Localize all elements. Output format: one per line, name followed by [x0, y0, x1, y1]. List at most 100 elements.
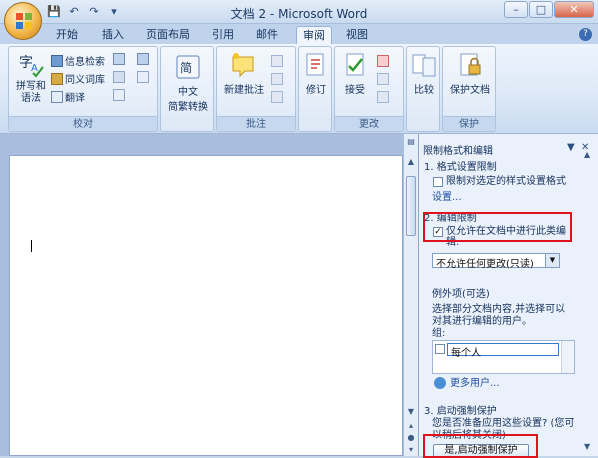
word-count-icon	[137, 53, 149, 65]
groups-listbox-scrollbar[interactable]	[561, 341, 574, 373]
editing-type-value: 不允许任何更改(只读)	[436, 259, 534, 270]
svg-text:A: A	[31, 63, 38, 74]
translate-icon	[51, 90, 63, 103]
document-page[interactable]	[9, 155, 403, 456]
thesaurus-button[interactable]: 同义词库	[51, 71, 105, 86]
new-comment-button[interactable]: 新建批注	[219, 51, 269, 96]
abc-count-button[interactable]	[137, 71, 149, 83]
track-changes-icon	[306, 53, 324, 76]
pane-scroll-down-arrow[interactable]: ▼	[584, 442, 590, 451]
group-changes: 接受 更改	[334, 46, 404, 132]
next-comment-button[interactable]	[271, 91, 283, 103]
group-label-changes: 更改	[335, 116, 403, 131]
language-button[interactable]	[113, 71, 125, 83]
highlight-box-editing	[423, 212, 572, 242]
thesaurus-icon	[51, 72, 63, 85]
minimize-button[interactable]: –	[504, 1, 528, 18]
svg-text:简: 简	[180, 61, 192, 75]
language-icon	[113, 71, 125, 83]
everyone-checkbox[interactable]	[435, 344, 445, 354]
previous-change-icon	[377, 73, 389, 85]
abc-icon	[113, 89, 125, 101]
group-proofing: 字 A 拼写和 语法 信息检索 同义词库 翻译 校对	[8, 46, 158, 132]
pane-scroll-up-arrow[interactable]: ▲	[584, 150, 590, 159]
abc-count-icon	[137, 71, 149, 83]
editing-type-select[interactable]: 不允许任何更改(只读) ▼	[432, 253, 560, 270]
group-chinese-conversion: 简 中文 简繁转换	[160, 46, 214, 132]
tab-home[interactable]: 开始	[50, 26, 84, 44]
reject-icon	[377, 55, 389, 67]
pane-header: 限制格式和编辑 ▼ ✕	[419, 140, 598, 157]
pane-title: 限制格式和编辑	[423, 146, 493, 157]
groups-label: 组:	[432, 328, 446, 339]
translation-tip-button[interactable]	[113, 53, 125, 65]
delete-comment-button[interactable]	[271, 55, 283, 67]
title-bar: 💾 ↶ ↷ ▾ 文档 2 - Microsoft Word – □ ✕	[0, 0, 598, 24]
set-language-button[interactable]	[113, 89, 125, 101]
section-formatting-restrictions: 1. 格式设置限制	[424, 162, 497, 173]
tab-review[interactable]: 审阅	[296, 26, 332, 44]
exceptions-heading: 例外项(可选)	[432, 289, 490, 300]
browse-object-icon[interactable]: ●	[404, 432, 418, 444]
section-start-enforcement: 3. 启动强制保护	[424, 406, 497, 417]
tab-mailings[interactable]: 邮件	[250, 26, 284, 44]
group-comments: 新建批注 批注	[216, 46, 296, 132]
formatting-settings-link[interactable]: 设置...	[432, 191, 462, 204]
window-controls: – □ ✕	[504, 1, 594, 18]
tab-page-layout[interactable]: 页面布局	[140, 26, 196, 44]
reject-button[interactable]	[377, 55, 389, 67]
groups-listbox[interactable]: 每个人	[432, 340, 575, 374]
help-icon[interactable]: ?	[579, 28, 592, 41]
dropdown-arrow-icon[interactable]: ▼	[545, 254, 559, 267]
document-scrollbar[interactable]: ▤ ▲ ▼ ▴ ● ▾	[403, 134, 418, 456]
previous-page-icon[interactable]: ▴	[404, 420, 418, 432]
previous-comment-icon	[271, 73, 283, 85]
accept-icon	[346, 53, 364, 76]
translate-button[interactable]: 翻译	[51, 89, 85, 104]
office-logo-icon	[16, 13, 32, 29]
next-page-icon[interactable]: ▾	[404, 444, 418, 456]
tab-references[interactable]: 引用	[206, 26, 240, 44]
group-protect: 保护文档 保护	[442, 46, 496, 132]
document-area	[0, 134, 418, 456]
pane-options-icon[interactable]: ▼	[567, 142, 575, 153]
previous-comment-button[interactable]	[271, 73, 283, 85]
group-tracking: 修订	[298, 46, 332, 132]
spelling-grammar-button[interactable]: 字 A 拼写和 语法	[13, 51, 49, 105]
compare-button[interactable]: 比较	[408, 51, 440, 96]
tab-insert[interactable]: 插入	[96, 26, 130, 44]
exceptions-desc-2: 对其进行编辑的用户。	[432, 316, 532, 327]
new-comment-icon	[232, 53, 254, 78]
compare-icon	[412, 54, 436, 77]
maximize-button[interactable]: □	[529, 1, 553, 18]
lock-icon	[460, 53, 481, 76]
more-users-link[interactable]: 更多用户...	[450, 377, 500, 390]
everyone-item[interactable]: 每个人	[447, 343, 559, 359]
track-changes-button[interactable]: 修订	[300, 51, 332, 96]
office-button[interactable]	[4, 2, 42, 40]
pane-scrollbar[interactable]: ▲ ▼	[584, 150, 597, 456]
scroll-up-arrow[interactable]: ▲	[404, 156, 418, 168]
group-label-proofing: 校对	[9, 116, 157, 131]
next-change-button[interactable]	[377, 91, 389, 103]
protect-document-button[interactable]: 保护文档	[445, 51, 495, 96]
ribbon: 字 A 拼写和 语法 信息检索 同义词库 翻译 校对 简 中文 简繁转换 新建批…	[0, 44, 598, 134]
ruler-toggle-icon[interactable]: ▤	[404, 136, 418, 148]
ribbon-tabs: 开始 插入 页面布局 引用 邮件 审阅 视图 ?	[0, 24, 598, 44]
chinese-conversion-button[interactable]: 简 中文 简繁转换	[163, 53, 213, 113]
research-button[interactable]: 信息检索	[51, 53, 105, 68]
word-count-button[interactable]	[137, 53, 149, 65]
accept-button[interactable]: 接受	[337, 51, 373, 96]
previous-change-button[interactable]	[377, 73, 389, 85]
scroll-thumb[interactable]	[406, 176, 416, 236]
scroll-down-arrow[interactable]: ▼	[404, 406, 418, 418]
formatting-restriction-checkbox[interactable]	[433, 177, 443, 187]
text-cursor	[31, 240, 32, 252]
next-comment-icon	[271, 91, 283, 103]
delete-comment-icon	[271, 55, 283, 67]
users-icon	[434, 377, 446, 389]
group-label-comments: 批注	[217, 116, 295, 131]
group-compare: 比较	[406, 46, 440, 132]
close-button[interactable]: ✕	[554, 1, 594, 18]
tab-view[interactable]: 视图	[340, 26, 374, 44]
